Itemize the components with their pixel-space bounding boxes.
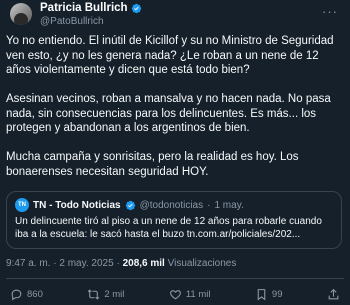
tweet-date[interactable]: 2 may. 2025 (59, 258, 113, 269)
author-name[interactable]: Patricia Bullrich (40, 2, 128, 14)
quoted-tweet[interactable]: TN TN - Todo Noticias @todonoticias · 1 … (6, 191, 342, 249)
quoted-verified-badge-icon (125, 200, 135, 210)
views-label: Visualizaciones (167, 258, 237, 269)
quoted-author-handle: @todonoticias (139, 199, 204, 211)
like-button[interactable]: 11 mil (169, 288, 211, 301)
more-options-icon[interactable]: ··· (322, 4, 338, 19)
author-name-row: Patricia Bullrich (40, 2, 142, 14)
quoted-author-avatar: TN (15, 198, 29, 212)
bookmark-count: 99 (271, 288, 283, 300)
action-bar: 860 2 mil 11 mil 99 (6, 279, 344, 305)
tweet-header: Patricia Bullrich @PatoBullrich ··· (6, 0, 344, 34)
meta-separator-2: · (116, 258, 120, 269)
quoted-author-name: TN - Todo Noticias (33, 199, 121, 211)
reply-button[interactable]: 860 (10, 288, 43, 301)
verified-badge-icon (131, 3, 141, 13)
quoted-tweet-header: TN TN - Todo Noticias @todonoticias · 1 … (15, 198, 333, 212)
tweet-metadata: 9:47 a. m. · 2 may. 2025 · 208,6 mil Vis… (6, 258, 344, 279)
reply-count: 860 (27, 288, 43, 300)
author-handle[interactable]: @PatoBullrich (40, 16, 104, 27)
meta-separator-1: · (53, 258, 57, 269)
heart-icon (169, 289, 181, 299)
tweet-paragraph-2: Asesinan vecinos, roban a mansalva y no … (6, 93, 331, 134)
tweet-time[interactable]: 9:47 a. m. (6, 258, 50, 269)
like-count: 11 mil (185, 288, 211, 300)
bookmark-button[interactable]: 99 (255, 288, 283, 301)
share-icon (328, 288, 339, 299)
retweet-count: 2 mil (104, 288, 125, 300)
views-count: 208,6 mil (122, 258, 165, 269)
bookmark-icon (257, 288, 266, 300)
retweet-button[interactable]: 2 mil (87, 288, 124, 301)
reply-icon (11, 289, 22, 300)
retweet-icon (88, 288, 100, 300)
tweet: Patricia Bullrich @PatoBullrich ··· Yo n… (0, 0, 350, 305)
tweet-paragraph-1: Yo no entiendo. El inútil de Kicillof y … (6, 35, 334, 76)
share-button[interactable] (327, 288, 340, 301)
quoted-date: 1 may. (214, 199, 244, 211)
avatar[interactable] (10, 3, 32, 25)
tweet-paragraph-3: Mucha campaña y sonrisitas, pero la real… (6, 151, 299, 178)
quoted-tweet-text: Un delincuente tiró al piso a un nene de… (15, 216, 322, 240)
tweet-text: Yo no entiendo. El inútil de Kicillof y … (6, 34, 344, 179)
quoted-separator: · (207, 199, 211, 211)
